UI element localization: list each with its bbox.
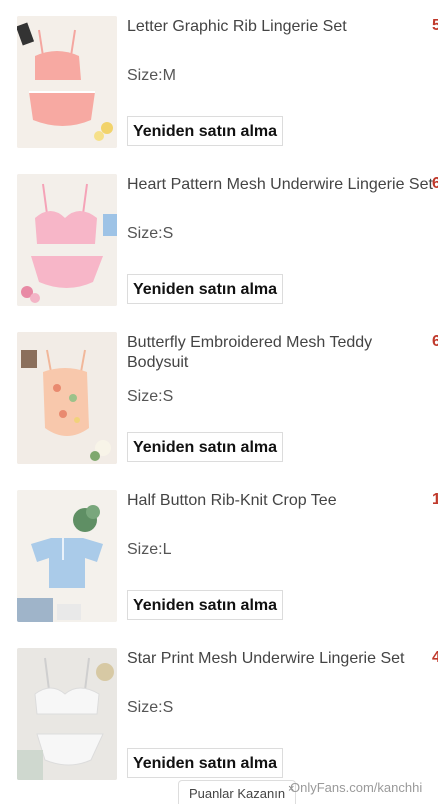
product-price: 5 bbox=[432, 17, 438, 34]
product-price: 1 bbox=[432, 491, 438, 508]
product-title[interactable]: Letter Graphic Rib Lingerie Set bbox=[127, 17, 433, 37]
product-image[interactable] bbox=[17, 648, 117, 780]
product-title[interactable]: Butterfly Embroidered Mesh Teddy Bodysui… bbox=[127, 333, 417, 373]
product-image[interactable] bbox=[17, 332, 117, 464]
rebuy-button[interactable]: Yeniden satın alma bbox=[127, 116, 283, 146]
order-item: Butterfly Embroidered Mesh Teddy Bodysui… bbox=[0, 316, 438, 474]
product-title[interactable]: Half Button Rib-Knit Crop Tee bbox=[127, 491, 433, 511]
product-size: Size:S bbox=[127, 388, 174, 405]
rebuy-button[interactable]: Yeniden satın alma bbox=[127, 590, 283, 620]
product-price: 6 bbox=[432, 175, 438, 192]
product-title[interactable]: Heart Pattern Mesh Underwire Lingerie Se… bbox=[127, 175, 433, 195]
product-size: Size:S bbox=[127, 225, 174, 242]
order-item: Letter Graphic Rib Lingerie Set Size:M Y… bbox=[0, 0, 438, 158]
product-image[interactable] bbox=[17, 16, 117, 148]
watermark-text: OnlyFans.com/kanchhi bbox=[290, 780, 423, 795]
product-title[interactable]: Star Print Mesh Underwire Lingerie Set bbox=[127, 649, 433, 669]
order-item: Star Print Mesh Underwire Lingerie Set S… bbox=[0, 632, 438, 790]
product-size: Size:L bbox=[127, 541, 172, 558]
product-image[interactable] bbox=[17, 490, 117, 622]
rebuy-button[interactable]: Yeniden satın alma bbox=[127, 432, 283, 462]
product-image[interactable] bbox=[17, 174, 117, 306]
product-size: Size:S bbox=[127, 699, 174, 716]
order-item: Heart Pattern Mesh Underwire Lingerie Se… bbox=[0, 158, 438, 316]
earn-points-tab[interactable]: Puanlar Kazanın bbox=[178, 780, 296, 804]
product-size: Size:M bbox=[127, 67, 176, 84]
product-price: 4 bbox=[432, 649, 438, 666]
product-price: 6 bbox=[432, 333, 438, 350]
rebuy-button[interactable]: Yeniden satın alma bbox=[127, 748, 283, 778]
rebuy-button[interactable]: Yeniden satın alma bbox=[127, 274, 283, 304]
order-item: Half Button Rib-Knit Crop Tee Size:L Yen… bbox=[0, 474, 438, 632]
